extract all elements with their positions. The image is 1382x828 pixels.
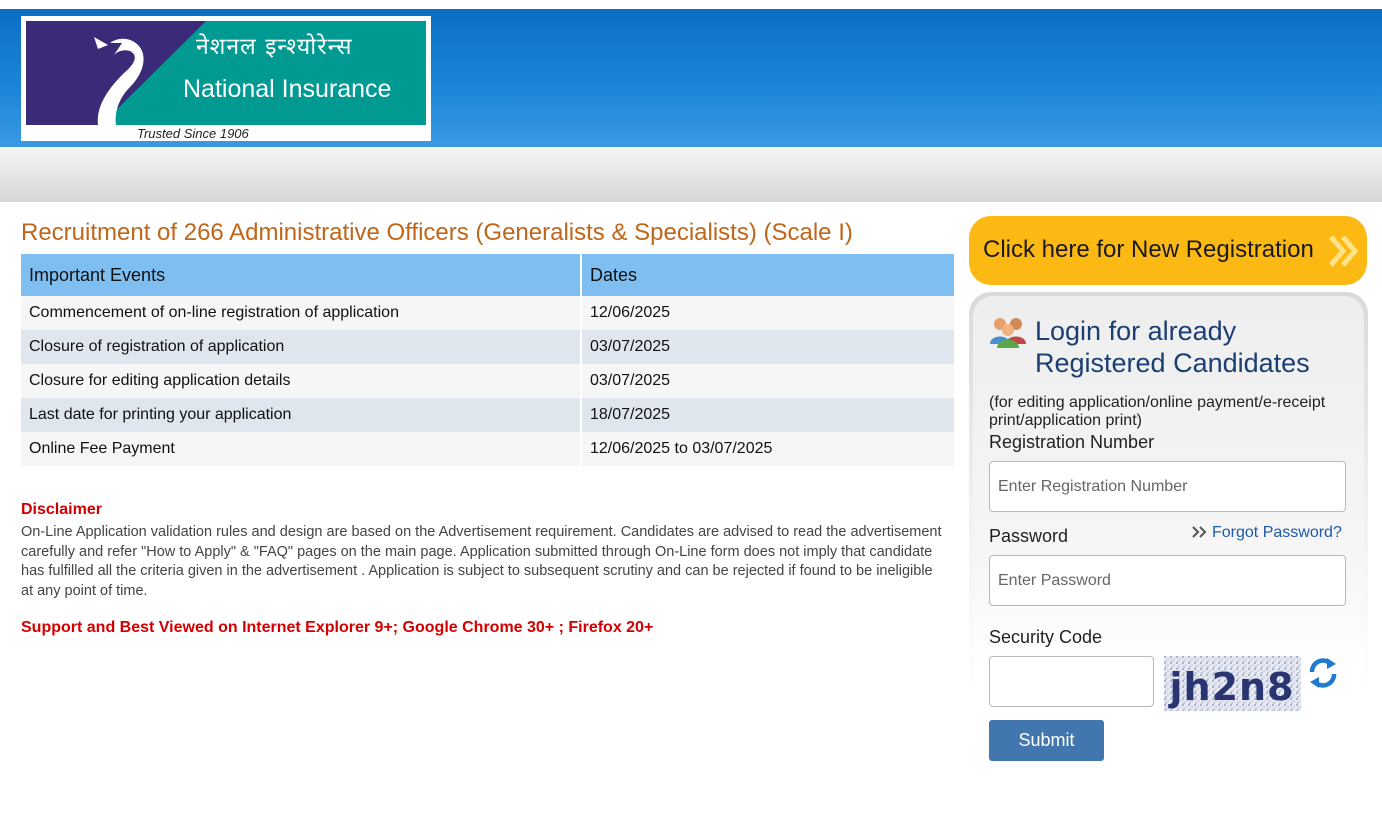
forgot-password-label: Forgot Password?	[1212, 524, 1342, 541]
disclaimer-text: On-Line Application validation rules and…	[21, 524, 942, 599]
logo-english-text: National Insurance	[183, 75, 392, 103]
disclaimer-heading: Disclaimer	[21, 501, 102, 518]
table-header-events: Important Events	[21, 254, 582, 296]
password-input[interactable]	[989, 555, 1346, 606]
event-name: Online Fee Payment	[21, 432, 582, 466]
submit-button[interactable]: Submit	[989, 720, 1104, 761]
page-title: Recruitment of 266 Administrative Office…	[21, 219, 853, 246]
password-label: Password	[989, 526, 1069, 546]
important-events-table: Important Events Dates Commencement of o…	[21, 254, 956, 466]
logo-tagline: Trusted Since 1906	[137, 126, 249, 141]
logo-banner: नेशनल इन्श्योरेन्स National Insurance	[26, 21, 426, 125]
login-title: Login for already Registered Candidates	[1035, 316, 1310, 378]
browser-support-note: Support and Best Viewed on Internet Expl…	[21, 619, 654, 636]
table-row: Last date for printing your application …	[21, 398, 956, 432]
table-row: Online Fee Payment 12/06/2025 to 03/07/2…	[21, 432, 956, 466]
registration-number-label: Registration Number	[989, 432, 1155, 452]
login-subtitle: (for editing application/online payment/…	[989, 394, 1326, 429]
table-row: Closure of registration of application 0…	[21, 330, 956, 364]
logo-hindi-text: नेशनल इन्श्योरेन्स	[196, 34, 353, 60]
site-header: नेशनल इन्श्योरेन्स National Insurance Tr…	[0, 9, 1382, 147]
event-name: Commencement of on-line registration of …	[21, 296, 582, 330]
event-name: Closure of registration of application	[21, 330, 582, 364]
refresh-captcha-icon[interactable]	[1308, 657, 1338, 689]
event-name: Last date for printing your application	[21, 398, 582, 432]
table-row: Closure for editing application details …	[21, 364, 956, 398]
event-date: 03/07/2025	[581, 330, 956, 364]
table-row: Commencement of on-line registration of …	[21, 296, 956, 330]
table-header-dates: Dates	[581, 254, 956, 296]
table-header-row: Important Events Dates	[21, 254, 956, 296]
event-date: 12/06/2025	[581, 296, 956, 330]
users-group-icon	[990, 318, 1026, 348]
event-date: 12/06/2025 to 03/07/2025	[581, 432, 956, 466]
event-date: 18/07/2025	[581, 398, 956, 432]
navigation-bar	[0, 147, 1382, 202]
captcha-text: jh2n8	[1167, 665, 1294, 709]
event-name: Closure for editing application details	[21, 364, 582, 398]
national-insurance-logo[interactable]: नेशनल इन्श्योरेन्स National Insurance Tr…	[21, 16, 431, 141]
registration-number-input[interactable]	[989, 461, 1346, 512]
security-code-input[interactable]	[989, 656, 1154, 707]
captcha-image: jh2n8	[1164, 656, 1301, 711]
double-chevron-right-icon	[1329, 235, 1359, 267]
security-code-label: Security Code	[989, 627, 1103, 647]
new-registration-button[interactable]: Click here for New Registration	[969, 216, 1367, 285]
forgot-password-link[interactable]: Forgot Password?	[1192, 524, 1342, 542]
double-chevron-right-icon	[1192, 526, 1207, 538]
event-date: 03/07/2025	[581, 364, 956, 398]
new-registration-label: Click here for New Registration	[983, 236, 1314, 263]
